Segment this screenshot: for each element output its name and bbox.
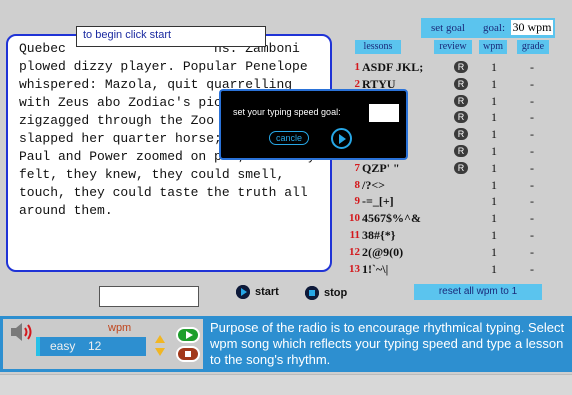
lesson-keys[interactable]: 1!`~\| (362, 261, 452, 278)
lesson-row[interactable]: 1 ASDF JKL; R 1- (348, 59, 548, 76)
lesson-wpm: 1 (491, 194, 497, 209)
play-circle-icon (236, 285, 250, 299)
lesson-grade: - (530, 160, 534, 175)
lesson-number: 1 (354, 61, 361, 73)
lesson-row[interactable]: 10 4567$%^& 1 - (348, 210, 548, 227)
bottom-bar (0, 374, 572, 395)
cancel-button[interactable]: cancle (269, 131, 309, 145)
lesson-number: 11 (349, 229, 360, 241)
radio-stop-button[interactable] (176, 346, 200, 362)
lesson-grade: - (530, 60, 534, 74)
radio-play-button[interactable] (176, 327, 200, 343)
radio-wpm-label: wpm (108, 322, 132, 334)
lesson-keys[interactable]: ASDF JKL; (362, 59, 452, 76)
lesson-grade: - (530, 144, 534, 158)
lesson-keys[interactable]: 38#{*} (362, 227, 452, 244)
lesson-grade: - (530, 261, 534, 276)
lesson-keys[interactable]: /?<> (362, 177, 452, 194)
start-label: start (255, 286, 279, 298)
radio-description: Purpose of the radio is to encourage rhy… (210, 320, 565, 367)
begin-tooltip: to begin click start (76, 26, 266, 47)
reset-wpm-button[interactable]: reset all wpm to 1 (414, 284, 542, 300)
lesson-grade: - (530, 127, 534, 142)
lesson-keys[interactable]: 2(@9(0) (362, 244, 452, 261)
lesson-number: 7 (354, 161, 361, 174)
confirm-play-icon[interactable] (331, 128, 352, 149)
goal-input[interactable] (369, 104, 399, 122)
review-button[interactable]: R (454, 128, 468, 141)
lesson-keys[interactable]: 4567$%^& (362, 210, 452, 227)
lesson-wpm: 1 (491, 93, 497, 108)
lesson-wpm: 1 (491, 127, 497, 142)
lesson-number: 12 (349, 245, 360, 258)
stop-square-icon (305, 286, 319, 300)
lesson-number: 13 (349, 262, 360, 275)
lesson-row[interactable]: 13 1!`~\| 1 - (348, 261, 548, 278)
lesson-number: 8 (354, 178, 361, 191)
dialog-prompt: set your typing speed goal: (233, 107, 341, 117)
lesson-wpm: 1 (491, 228, 497, 242)
header-grade: grade (517, 40, 549, 54)
lesson-wpm: 1 (491, 244, 497, 259)
typing-input[interactable] (99, 286, 199, 307)
speaker-icon[interactable] (8, 320, 34, 344)
lesson-number: 9 (354, 195, 361, 208)
lesson-wpm: 1 (491, 261, 497, 276)
lesson-grade: - (530, 228, 534, 242)
review-button[interactable]: R (454, 145, 468, 157)
lesson-row[interactable]: 9 -=_[+] 1 - (348, 193, 548, 210)
song-select[interactable]: easy 12 (36, 337, 146, 356)
set-goal-panel[interactable]: set goal goal: 30 wpm (421, 18, 555, 38)
arrow-up-icon[interactable] (155, 335, 165, 343)
lesson-number: 10 (349, 212, 360, 225)
set-goal-label[interactable]: set goal (431, 22, 465, 34)
review-button[interactable]: R (454, 61, 468, 73)
lesson-wpm: 1 (491, 110, 497, 125)
lesson-grade: - (530, 194, 534, 209)
review-button[interactable]: R (454, 161, 468, 174)
lesson-row[interactable]: 7 QZP' " R 1 - (348, 160, 548, 177)
lesson-wpm: 1 (491, 160, 497, 175)
song-name: easy (50, 339, 76, 353)
goal-value[interactable]: 30 wpm (511, 20, 553, 35)
lesson-keys[interactable]: -=_[+] (362, 193, 452, 210)
lesson-wpm: 1 (491, 211, 497, 226)
header-wpm: wpm (479, 40, 507, 54)
lesson-row[interactable]: 8/?<> 1 - (348, 177, 548, 194)
lesson-wpm: 1 (491, 177, 497, 192)
lesson-grade: - (530, 76, 534, 91)
lesson-wpm: 1 (491, 76, 497, 91)
lesson-wpm: 1 (491, 144, 497, 158)
lesson-wpm: 1 (491, 60, 497, 74)
lesson-grade: - (530, 211, 534, 226)
header-lessons: lessons (355, 40, 401, 54)
lesson-keys[interactable]: QZP' " (362, 160, 452, 177)
review-button[interactable]: R (454, 111, 468, 124)
song-wpm: 12 (88, 339, 102, 353)
lesson-grade: - (530, 110, 534, 125)
stop-label: stop (324, 287, 348, 299)
review-button[interactable]: R (454, 94, 468, 107)
lesson-grade: - (530, 244, 534, 259)
header-review: review (434, 40, 472, 54)
review-button[interactable]: R (454, 77, 468, 90)
lesson-row[interactable]: 12 2(@9(0) 1 - (348, 244, 548, 261)
lesson-row[interactable]: 11 38#{*} 1 - (348, 227, 548, 244)
arrow-down-icon[interactable] (155, 348, 165, 356)
goal-dialog: set your typing speed goal: cancle (219, 89, 408, 160)
goal-word: goal: (483, 22, 505, 34)
lesson-grade: - (530, 93, 534, 108)
lesson-grade: - (530, 177, 534, 192)
